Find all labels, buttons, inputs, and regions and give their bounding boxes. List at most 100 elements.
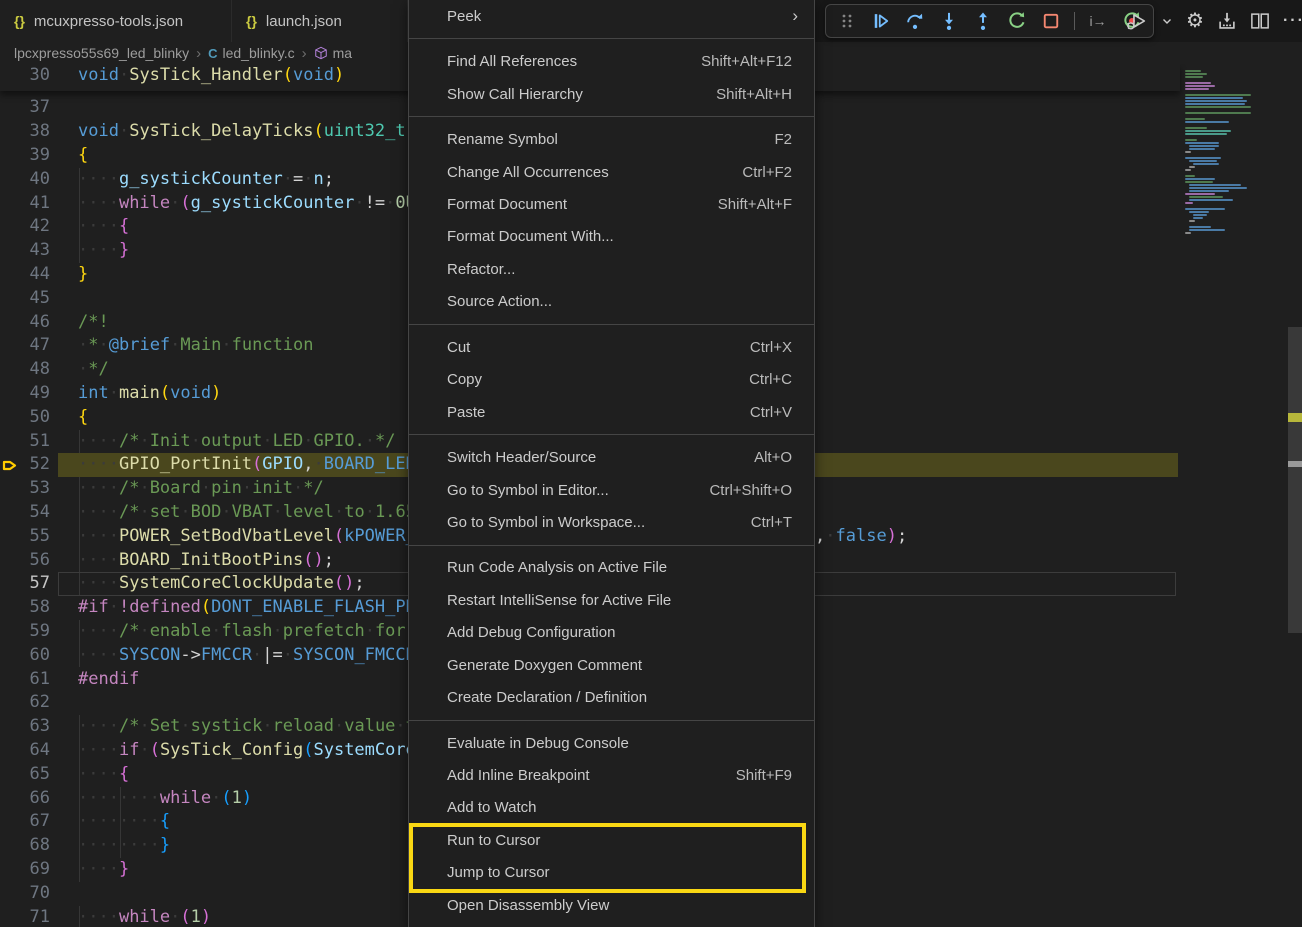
- menu-item-show-call-hierarchy[interactable]: Show Call HierarchyShift+Alt+H: [409, 78, 814, 110]
- code-text-after-menu: ,·false);: [815, 525, 907, 549]
- step-over-button[interactable]: [904, 9, 926, 33]
- split-editor-button[interactable]: [1250, 9, 1270, 33]
- breadcrumb-item-ma[interactable]: ma: [314, 45, 352, 61]
- flash-device-button[interactable]: [1217, 9, 1237, 33]
- toolbar-separator: [1074, 12, 1075, 30]
- menu-item-find-all-references[interactable]: Find All ReferencesShift+Alt+F12: [409, 46, 814, 78]
- minimap-line: [1189, 211, 1209, 213]
- menu-item-label: Rename Symbol: [409, 131, 774, 148]
- menu-item-add-to-watch[interactable]: Add to Watch: [409, 792, 814, 824]
- code-text: int·main(void): [78, 382, 221, 406]
- json-icon: {}: [246, 13, 257, 29]
- minimap-line: [1185, 169, 1191, 171]
- menu-item-label: Evaluate in Debug Console: [409, 735, 814, 752]
- menu-item-add-inline-breakpoint[interactable]: Add Inline BreakpointShift+F9: [409, 759, 814, 791]
- line-number: 39: [0, 144, 50, 168]
- minimap-line: [1185, 73, 1207, 75]
- gripper-handle[interactable]: [836, 9, 858, 33]
- menu-separator: [409, 324, 814, 325]
- scrollbar-thumb[interactable]: [1288, 327, 1302, 633]
- line-number: 41: [0, 192, 50, 216]
- menu-item-label: Add Debug Configuration: [409, 624, 814, 641]
- line-number: 63: [0, 715, 50, 739]
- menu-item-format-document-with[interactable]: Format Document With...: [409, 221, 814, 253]
- menu-item-run-code-analysis-on-active-file[interactable]: Run Code Analysis on Active File: [409, 552, 814, 584]
- step-into-button[interactable]: [938, 9, 960, 33]
- code-text: void·SysTick_DelayTicks(uint32_t·n: [78, 120, 426, 144]
- line-number: 46: [0, 311, 50, 335]
- more-actions-icon: ···: [1283, 12, 1302, 30]
- step-out-button[interactable]: [972, 9, 994, 33]
- line-number: 38: [0, 120, 50, 144]
- minimap[interactable]: [1183, 66, 1263, 626]
- gripper-icon: [839, 13, 855, 29]
- menu-item-label: Cut: [409, 339, 750, 356]
- instruction-step-button[interactable]: i→: [1087, 9, 1109, 33]
- menu-item-go-to-symbol-in-editor[interactable]: Go to Symbol in Editor...Ctrl+Shift+O: [409, 474, 814, 506]
- menu-item-shortcut: Ctrl+X: [750, 339, 814, 356]
- menu-item-cut[interactable]: CutCtrl+X: [409, 331, 814, 363]
- line-number: 68: [0, 834, 50, 858]
- menu-item-label: Format Document With...: [409, 228, 814, 245]
- menu-item-label: Go to Symbol in Editor...: [409, 482, 709, 499]
- line-number: 56: [0, 549, 50, 573]
- tab-launch-json[interactable]: {}launch.json: [232, 0, 408, 42]
- menu-item-label: Switch Header/Source: [409, 449, 754, 466]
- menu-item-create-declaration-definition[interactable]: Create Declaration / Definition: [409, 681, 814, 713]
- breadcrumb-item-led-blinky-c[interactable]: Cled_blinky.c: [208, 45, 295, 61]
- run-or-debug-icon: [1126, 11, 1148, 31]
- code-text: {: [78, 406, 88, 430]
- run-or-debug-button[interactable]: [1126, 9, 1148, 33]
- tab-mcuxpresso-tools-json[interactable]: {}mcuxpresso-tools.json: [0, 0, 232, 42]
- line-number: 50: [0, 406, 50, 430]
- minimap-line: [1185, 70, 1201, 72]
- menu-item-refactor[interactable]: Refactor...: [409, 253, 814, 285]
- stop-icon: [1041, 11, 1061, 31]
- menu-item-jump-to-cursor[interactable]: Jump to Cursor: [409, 857, 814, 889]
- settings-gear-button[interactable]: ⚙: [1186, 9, 1204, 33]
- chevron-down-button[interactable]: [1161, 9, 1173, 33]
- code-text: ····POWER_SetBodVbatLevel(kPOWER_B: [78, 525, 426, 549]
- menu-item-go-to-symbol-in-workspace[interactable]: Go to Symbol in Workspace...Ctrl+T: [409, 506, 814, 538]
- menu-item-label: Go to Symbol in Workspace...: [409, 514, 751, 531]
- stop-button[interactable]: [1040, 9, 1062, 33]
- minimap-line: [1185, 142, 1219, 144]
- menu-item-run-to-cursor[interactable]: Run to Cursor: [409, 824, 814, 856]
- code-text: ····/*·Board·pin·init·*/: [78, 477, 324, 501]
- menu-item-peek[interactable]: Peek›: [409, 0, 814, 32]
- menu-item-format-document[interactable]: Format DocumentShift+Alt+F: [409, 188, 814, 220]
- code-text: ····while·(g_systickCounter·!=·0U): [78, 192, 426, 216]
- restart-button[interactable]: [1006, 9, 1028, 33]
- menu-item-evaluate-in-debug-console[interactable]: Evaluate in Debug Console: [409, 727, 814, 759]
- menu-item-label: Copy: [409, 371, 749, 388]
- more-actions-button[interactable]: ···: [1283, 9, 1302, 33]
- menu-item-source-action[interactable]: Source Action...: [409, 286, 814, 318]
- breadcrumb-item-lpcxpresso55s69-led-blinky[interactable]: lpcxpresso55s69_led_blinky: [14, 45, 189, 61]
- menu-item-label: Refactor...: [409, 261, 814, 278]
- menu-item-shortcut: Shift+Alt+H: [716, 86, 814, 103]
- submenu-arrow-icon: ›: [792, 6, 814, 26]
- menu-item-label: Source Action...: [409, 293, 814, 310]
- line-number: 37: [0, 96, 50, 120]
- code-text: ····}: [78, 858, 129, 882]
- menu-item-change-all-occurrences[interactable]: Change All OccurrencesCtrl+F2: [409, 156, 814, 188]
- menu-item-open-disassembly-view[interactable]: Open Disassembly View: [409, 889, 814, 921]
- menu-item-label: Format Document: [409, 196, 718, 213]
- menu-item-paste[interactable]: PasteCtrl+V: [409, 396, 814, 428]
- code-text: ····BOARD_InitBootPins();: [78, 549, 334, 573]
- menu-item-copy[interactable]: CopyCtrl+C: [409, 363, 814, 395]
- line-number: 43: [0, 239, 50, 263]
- menu-item-generate-doxygen-comment[interactable]: Generate Doxygen Comment: [409, 649, 814, 681]
- code-text: }: [78, 263, 88, 287]
- menu-item-add-debug-configuration[interactable]: Add Debug Configuration: [409, 617, 814, 649]
- menu-item-rename-symbol[interactable]: Rename SymbolF2: [409, 124, 814, 156]
- scrollbar[interactable]: [1288, 64, 1302, 927]
- context-menu: Peek› Find All ReferencesShift+Alt+F12Sho…: [408, 0, 815, 927]
- continue-button[interactable]: [870, 9, 892, 33]
- menu-item-restart-intellisense-for-active-file[interactable]: Restart IntelliSense for Active File: [409, 584, 814, 616]
- minimap-line: [1189, 184, 1241, 186]
- minimap-line: [1185, 88, 1209, 90]
- menu-item-switch-header-source[interactable]: Switch Header/SourceAlt+O: [409, 441, 814, 473]
- minimap-line: [1185, 178, 1215, 180]
- menu-item-label: Open Disassembly View: [409, 897, 814, 914]
